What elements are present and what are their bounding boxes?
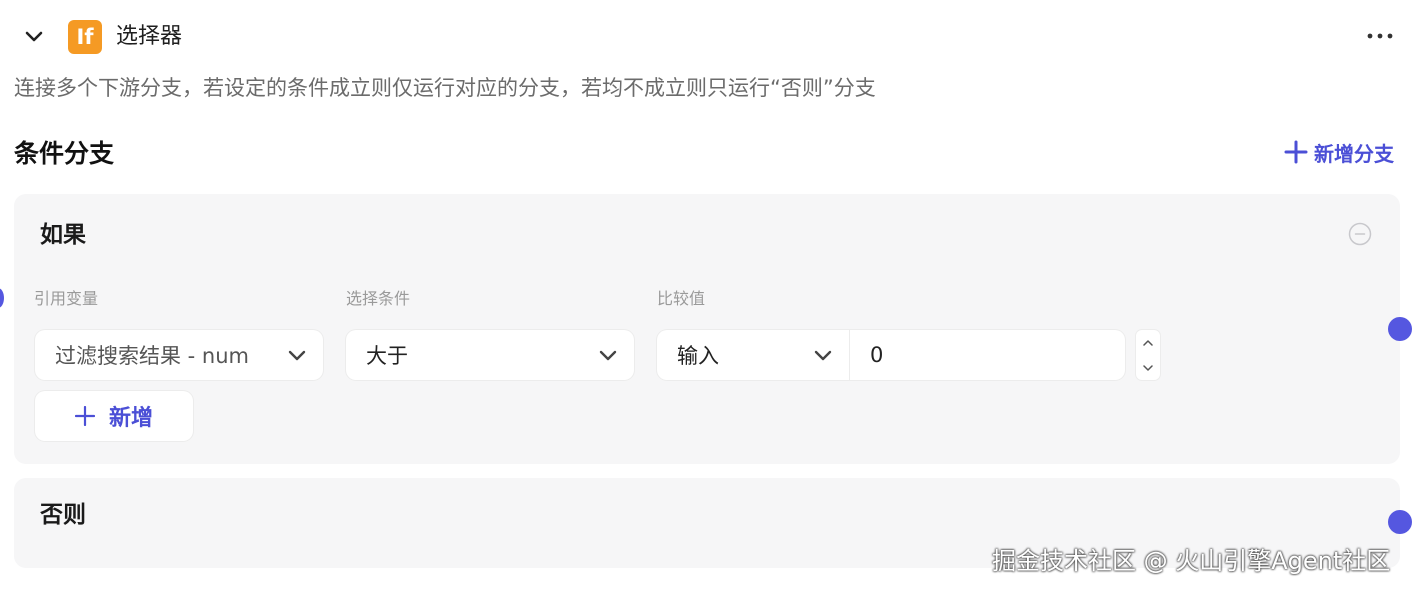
add-branch-button[interactable]: 新增分支 xyxy=(1284,134,1394,170)
condition-select[interactable]: 大于 xyxy=(346,330,634,380)
compare-value-field[interactable] xyxy=(850,330,1125,380)
more-options-button[interactable] xyxy=(1362,20,1398,52)
compare-type-value: 输入 xyxy=(677,344,719,368)
node-header: If 选择器 xyxy=(0,0,1416,72)
watermark: 掘金技术社区 @ 火山引擎Agent社区 xyxy=(992,547,1391,575)
chevron-down-icon xyxy=(288,350,306,361)
plus-icon xyxy=(74,406,95,426)
compare-column-label: 比较值 xyxy=(657,289,706,308)
remove-branch-icon[interactable] xyxy=(1348,222,1372,246)
variable-select[interactable]: 过滤搜索结果 - num xyxy=(35,330,323,380)
input-port[interactable] xyxy=(0,288,4,308)
else-branch-heading: 否则 xyxy=(40,502,86,528)
if-node-icon: If xyxy=(68,20,102,54)
section-title: 条件分支 xyxy=(14,139,115,168)
else-output-port[interactable] xyxy=(1388,510,1412,534)
node-description: 连接多个下游分支，若设定的条件成立则仅运行对应的分支，若均不成立则只运行“否则”… xyxy=(14,76,876,100)
plus-icon xyxy=(1284,140,1308,164)
compare-value-input[interactable] xyxy=(850,342,1112,368)
chevron-down-icon[interactable] xyxy=(1142,362,1154,374)
if-output-port[interactable] xyxy=(1388,317,1412,341)
variable-select-value: 过滤搜索结果 - num xyxy=(55,344,250,368)
add-branch-label: 新增分支 xyxy=(1314,141,1394,166)
number-stepper[interactable] xyxy=(1136,330,1160,380)
add-condition-button[interactable]: 新增 xyxy=(35,391,193,441)
more-horizontal-icon xyxy=(1367,33,1393,39)
node-title: 选择器 xyxy=(116,24,183,49)
add-condition-label: 新增 xyxy=(108,406,153,431)
condition-column-label: 选择条件 xyxy=(346,289,411,308)
selector-node-config: If 选择器 连接多个下游分支，若设定的条件成立则仅运行对应的分支，若均不成立则… xyxy=(0,0,1416,596)
if-branch-panel: 如果 引用变量 选择条件 比较值 过滤搜索结果 - num 大于 输入 0 新增 xyxy=(14,194,1400,464)
compare-type-select[interactable]: 输入 xyxy=(657,330,849,380)
condition-select-value: 大于 xyxy=(366,344,408,368)
collapse-button[interactable] xyxy=(20,22,48,50)
chevron-down-icon xyxy=(814,350,832,361)
variable-column-label: 引用变量 xyxy=(34,289,99,308)
chevron-down-icon xyxy=(599,350,617,361)
if-branch-heading: 如果 xyxy=(40,222,86,248)
chevron-up-icon[interactable] xyxy=(1142,337,1154,349)
chevron-down-icon xyxy=(25,31,43,42)
